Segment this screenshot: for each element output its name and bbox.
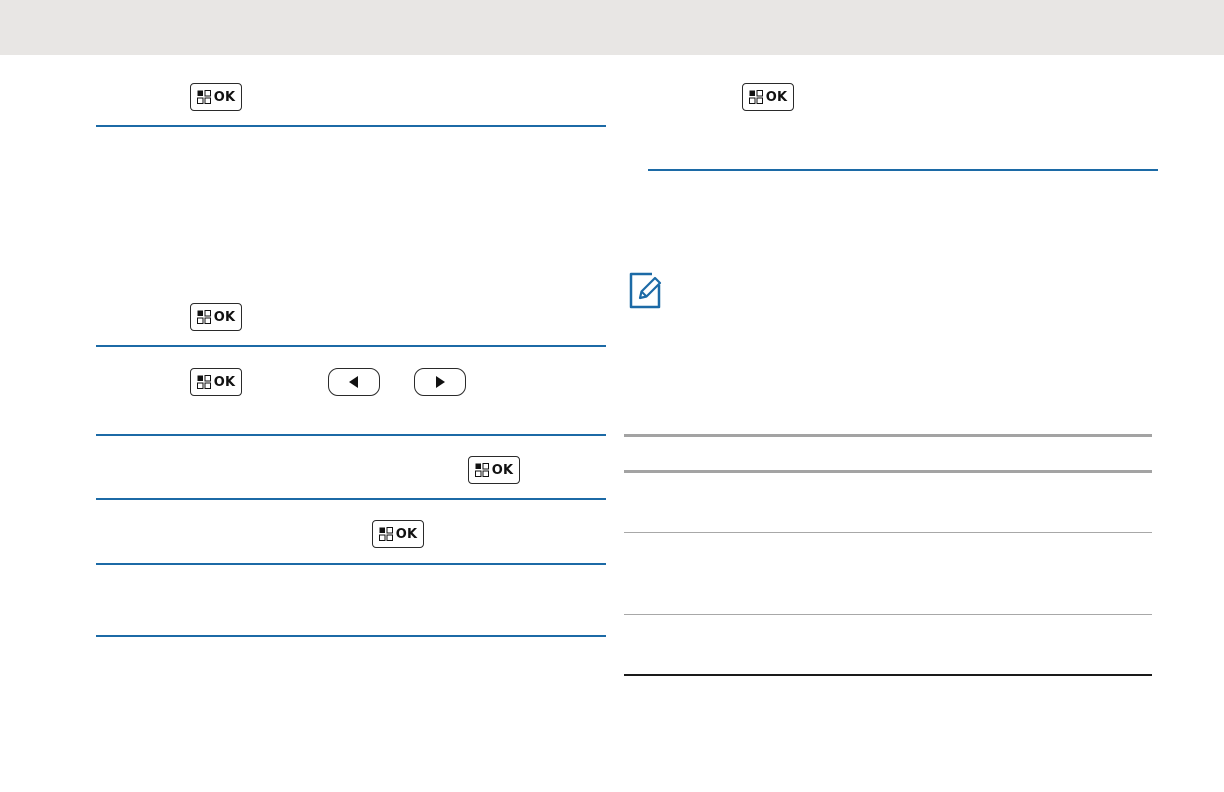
menu-grid-icon bbox=[196, 375, 211, 389]
menu-ok-key-icon: OK bbox=[468, 456, 520, 484]
ok-key-label: OK bbox=[213, 309, 236, 325]
table-row-divider bbox=[624, 614, 1152, 615]
left-arrow-key-icon bbox=[328, 368, 380, 396]
section-divider bbox=[648, 169, 1158, 171]
menu-ok-key-icon: OK bbox=[190, 83, 242, 111]
menu-ok-key-icon: OK bbox=[742, 83, 794, 111]
section-divider bbox=[96, 635, 606, 637]
menu-ok-key-icon: OK bbox=[190, 303, 242, 331]
ok-key-label: OK bbox=[213, 89, 236, 105]
menu-grid-icon bbox=[474, 463, 489, 477]
section-divider bbox=[96, 498, 606, 500]
menu-grid-icon bbox=[196, 90, 211, 104]
menu-ok-key-icon: OK bbox=[190, 368, 242, 396]
table-bottom-border bbox=[624, 674, 1152, 676]
menu-ok-key-icon: OK bbox=[372, 520, 424, 548]
table-row-divider bbox=[624, 532, 1152, 533]
section-divider bbox=[96, 563, 606, 565]
right-arrow-key-icon bbox=[414, 368, 466, 396]
ok-key-label: OK bbox=[765, 89, 788, 105]
menu-grid-icon bbox=[196, 310, 211, 324]
section-divider bbox=[96, 345, 606, 347]
note-pencil-icon bbox=[629, 272, 662, 309]
section-divider bbox=[96, 434, 606, 436]
menu-grid-icon bbox=[748, 90, 763, 104]
ok-key-label: OK bbox=[491, 462, 514, 478]
table-top-border bbox=[624, 434, 1152, 437]
page-header-band bbox=[0, 0, 1224, 55]
table-header-border bbox=[624, 470, 1152, 473]
menu-grid-icon bbox=[378, 527, 393, 541]
section-divider bbox=[96, 125, 606, 127]
ok-key-label: OK bbox=[213, 374, 236, 390]
ok-key-label: OK bbox=[395, 526, 418, 542]
